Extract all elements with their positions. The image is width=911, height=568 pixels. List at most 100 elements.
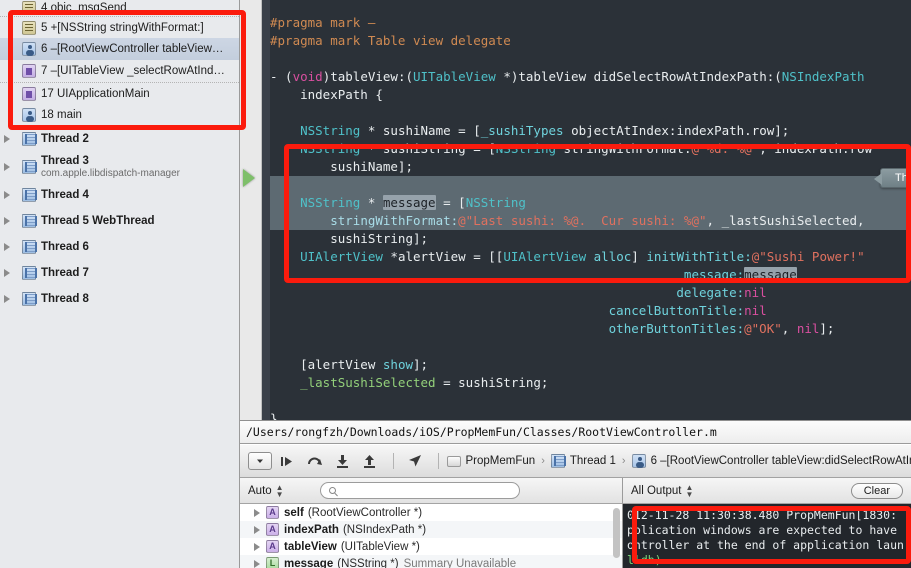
debug-toolbar[interactable]: PropMemFun › Thread 1 › 6 –[RootViewCont… [240, 444, 911, 478]
thread-icon [22, 160, 36, 174]
variable-row[interactable]: A self (RootViewController *) [240, 504, 622, 521]
scope-popup-label: Auto [248, 485, 272, 497]
exception-banner-text: Thread 1: EXC_BAD_ACCESS (code=2, a [895, 172, 911, 184]
console-pane-header: All Output ▲▼ Clear [623, 478, 911, 504]
chevron-right-icon[interactable] [254, 560, 260, 568]
program-counter-arrow-icon[interactable] [243, 169, 255, 187]
code-line: NSString * sushiName = [_sushiTypes obje… [270, 122, 911, 140]
thread-label: Thread 8 [41, 293, 89, 305]
sidebar-thread-7[interactable]: Thread 7 [0, 260, 239, 286]
code-text[interactable]: #pragma mark –#pragma mark Table view de… [270, 0, 911, 420]
variable-row[interactable]: A tableView (UITableView *) [240, 538, 622, 555]
code-line: sushiString]; [270, 230, 911, 248]
sidebar-thread-2[interactable]: Thread 2 [0, 126, 239, 152]
debug-breadcrumb[interactable]: PropMemFun › Thread 1 › 6 –[RootViewCont… [447, 454, 911, 468]
variable-name: indexPath [284, 524, 339, 536]
thread-label: Thread 6 [41, 241, 89, 253]
system-frame-icon [22, 64, 36, 78]
step-into-icon [336, 454, 349, 468]
local-badge-icon: L [266, 557, 279, 568]
user-code-icon [22, 42, 36, 56]
file-path-label: /Users/rongfzh/Downloads/iOS/PropMemFun/… [246, 425, 717, 439]
variable-name: message [284, 558, 333, 568]
chevron-right-icon[interactable] [4, 269, 10, 277]
variable-row[interactable]: A indexPath (NSIndexPath *) [240, 521, 622, 538]
sidebar-thread-5[interactable]: Thread 5 WebThread [0, 208, 239, 234]
chevron-right-icon[interactable] [4, 243, 10, 251]
code-line [270, 392, 911, 410]
search-icon [329, 487, 336, 494]
sidebar-stack-row-5[interactable]: 18 main [0, 104, 239, 126]
variable-row[interactable]: L message (NSString *) Summary Unavailab… [240, 555, 622, 568]
breadcrumb-process[interactable]: PropMemFun [447, 455, 536, 467]
sidebar-thread-8[interactable]: Thread 8 [0, 286, 239, 312]
console-prompt-line: lldb) [623, 553, 911, 568]
code-line-current: NSString * message = [NSString [270, 194, 911, 212]
stepper-icon: ▲▼ [276, 484, 284, 498]
exception-banner[interactable]: Thread 1: EXC_BAD_ACCESS (code=2, a [880, 168, 911, 188]
simulate-location-button[interactable] [402, 451, 428, 471]
step-out-button[interactable] [357, 451, 383, 471]
scope-popup-button[interactable]: Auto ▲▼ [248, 484, 284, 498]
console-output[interactable]: 012-11-28 11:30:38.480 PropMemFun[1830: … [623, 504, 911, 568]
chevron-right-icon[interactable] [4, 191, 10, 199]
sidebar-thread-4[interactable]: Thread 4 [0, 182, 239, 208]
argument-badge-icon: A [266, 523, 279, 536]
frame-icon [22, 21, 36, 35]
breadcrumb-chevron-icon-2: › [622, 455, 626, 467]
sidebar-thread-6[interactable]: Thread 6 [0, 234, 239, 260]
thread-icon [22, 132, 36, 146]
source-code-editor[interactable]: #pragma mark –#pragma mark Table view de… [240, 0, 911, 420]
variables-pane[interactable]: Auto ▲▼ A self (RootViewController *) A … [240, 478, 623, 568]
debug-navigator-sidebar[interactable]: 4 objc_msgSend 5 +[NSString stringWithFo… [0, 0, 240, 568]
chevron-right-icon[interactable] [4, 217, 10, 225]
thread-icon [22, 214, 36, 228]
code-line: indexPath { [270, 86, 911, 104]
thread-label: Thread 4 [41, 189, 89, 201]
output-filter-label: All Output [631, 485, 682, 497]
chevron-right-icon[interactable] [254, 526, 260, 534]
breadcrumb-frame[interactable]: 6 –[RootViewController tableView:didSele… [632, 454, 911, 468]
step-into-button[interactable] [329, 451, 355, 471]
frame-icon [22, 1, 36, 15]
variable-name: tableView [284, 541, 337, 553]
sidebar-stack-row-0[interactable]: 4 objc_msgSend [0, 0, 239, 16]
continue-button[interactable] [274, 451, 300, 471]
sidebar-stack-row-2-selected[interactable]: 6 –[RootViewController tableView… [0, 38, 239, 60]
user-code-icon [22, 108, 36, 122]
code-line: _lastSushiSelected = sushiString; [270, 374, 911, 392]
sidebar-stack-row-1[interactable]: 5 +[NSString stringWithFormat:] [0, 16, 239, 38]
console-pane[interactable]: All Output ▲▼ Clear 012-11-28 11:30:38.4… [623, 478, 911, 568]
sidebar-stack-row-3[interactable]: 7 –[UITableView _selectRowAtInd… [0, 60, 239, 82]
code-line [270, 176, 911, 194]
clear-console-button[interactable]: Clear [851, 483, 903, 499]
code-line [270, 104, 911, 122]
variables-scrollbar[interactable] [613, 508, 620, 558]
chevron-right-icon[interactable] [254, 543, 260, 551]
output-filter-popup-button[interactable]: All Output ▲▼ [631, 484, 693, 498]
chevron-right-icon[interactable] [254, 509, 260, 517]
variables-search-input[interactable] [320, 482, 520, 499]
thread-label: Thread 7 [41, 267, 89, 279]
file-path-bar[interactable]: /Users/rongfzh/Downloads/iOS/PropMemFun/… [240, 420, 911, 444]
sidebar-stack-row-4[interactable]: 17 UIApplicationMain [0, 82, 239, 104]
breadcrumb-thread[interactable]: Thread 1 [551, 454, 616, 468]
chevron-right-icon[interactable] [4, 163, 10, 171]
variable-name: self [284, 507, 304, 519]
code-line: UIAlertView *alertView = [[UIAlertView a… [270, 248, 911, 266]
chevron-right-icon[interactable] [4, 295, 10, 303]
thread-icon [22, 188, 36, 202]
chevron-right-icon[interactable] [4, 135, 10, 143]
sidebar-thread-3[interactable]: Thread 3 com.apple.libdispatch-manager [0, 152, 239, 182]
editor-gutter[interactable] [240, 0, 262, 420]
location-arrow-icon [408, 454, 422, 468]
argument-badge-icon: A [266, 540, 279, 553]
hide-debug-area-button[interactable] [248, 452, 272, 470]
code-line: message:message [270, 266, 911, 284]
editor-gutter-strip [262, 0, 270, 420]
step-over-button[interactable] [302, 451, 328, 471]
variable-summary: Summary Unavailable [404, 558, 517, 568]
stack-frame-label: 5 +[NSString stringWithFormat:] [41, 22, 204, 34]
stack-frame-label: 7 –[UITableView _selectRowAtInd… [41, 65, 225, 77]
user-code-icon [632, 454, 646, 468]
